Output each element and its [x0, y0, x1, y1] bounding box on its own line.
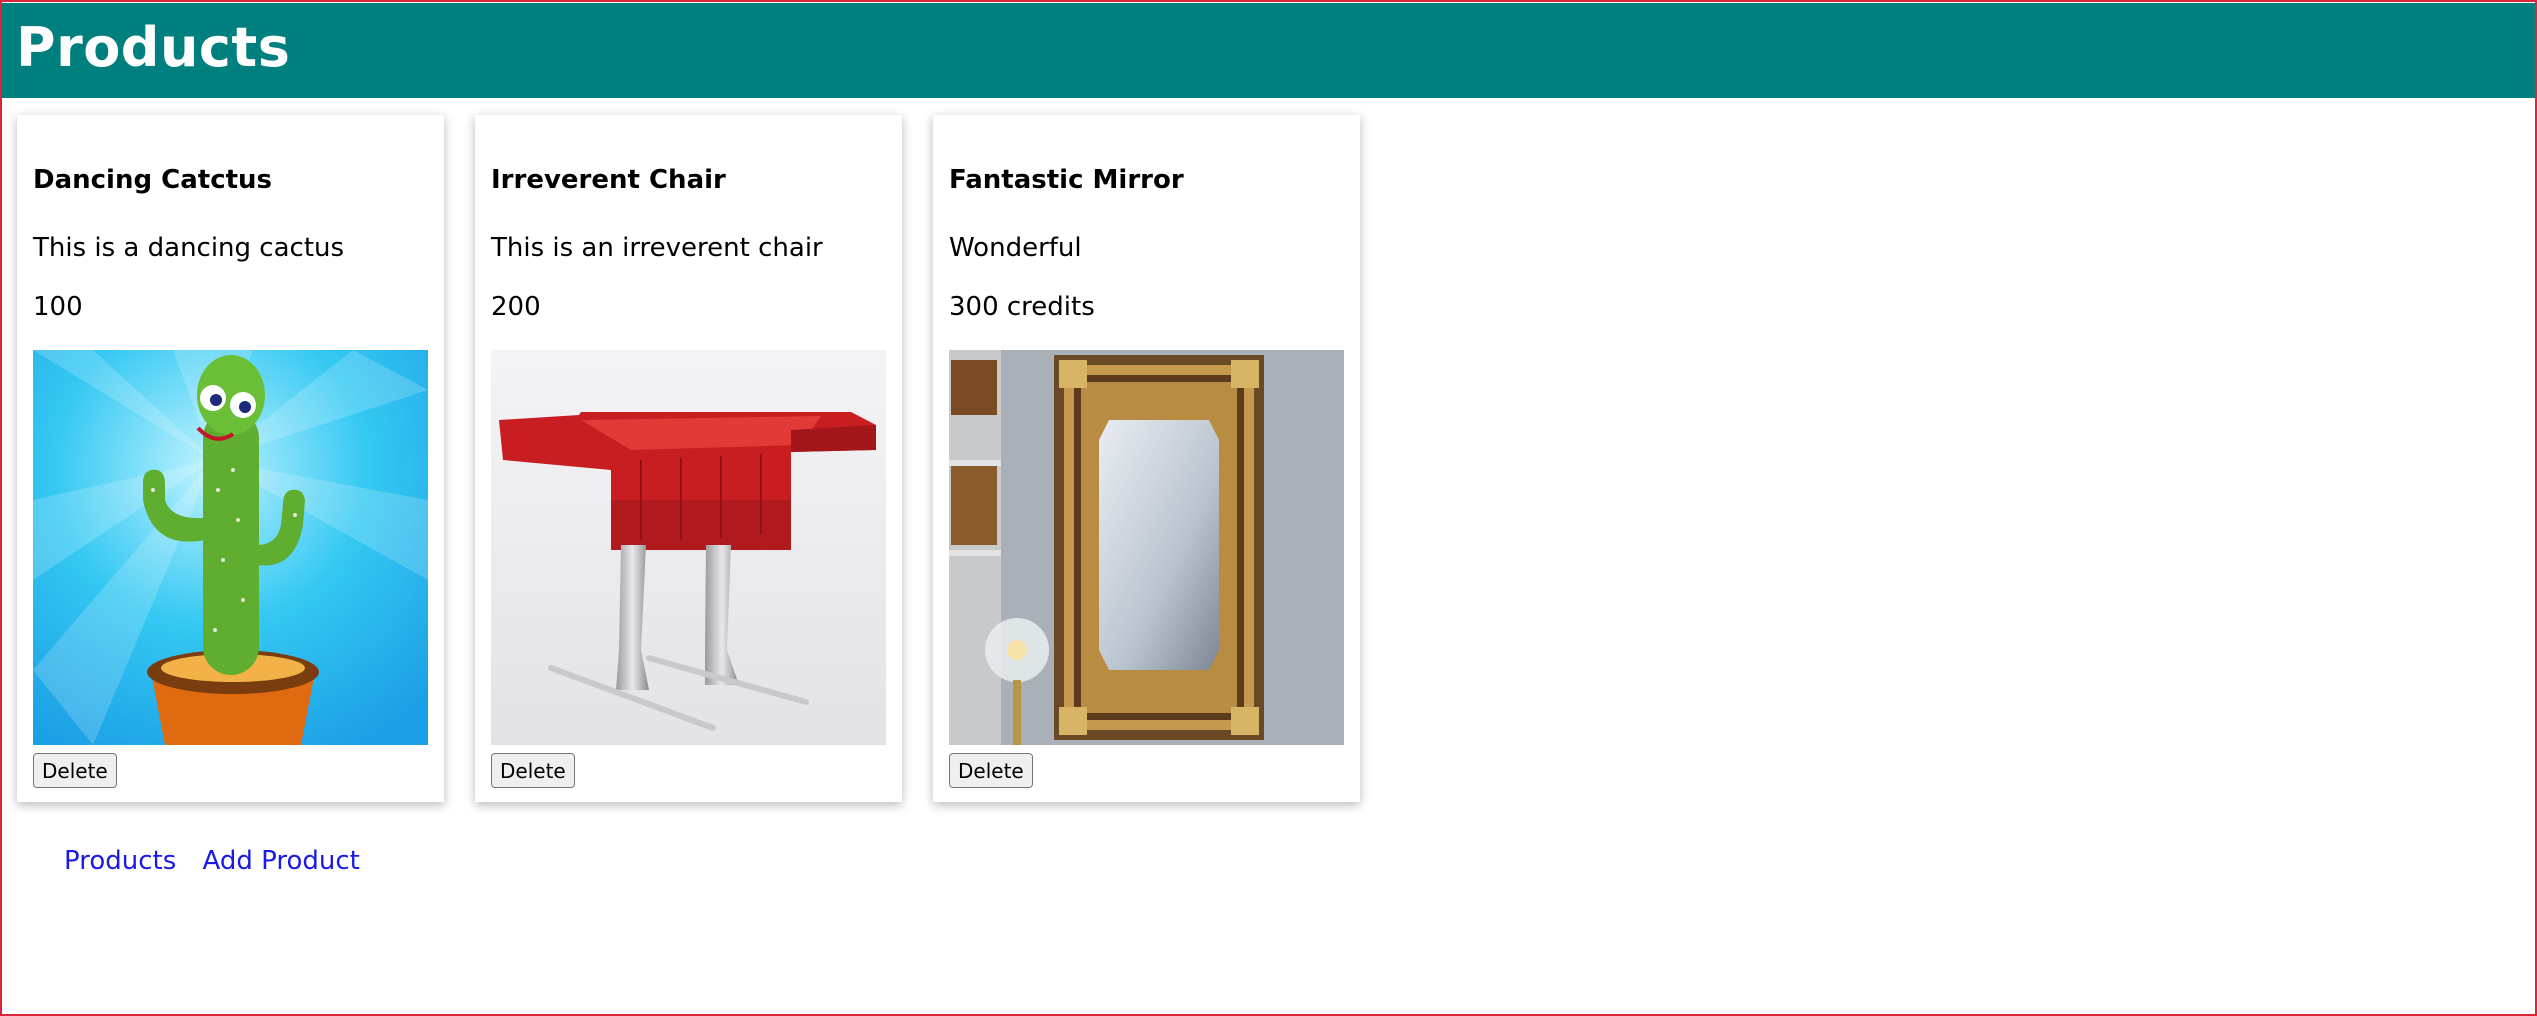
- product-name: Irreverent Chair: [491, 165, 726, 195]
- delete-button[interactable]: Delete: [949, 753, 1033, 788]
- delete-button[interactable]: Delete: [33, 753, 117, 788]
- product-price: 300 credits: [949, 292, 1095, 322]
- delete-button[interactable]: Delete: [491, 753, 575, 788]
- product-description: Wonderful: [949, 233, 1082, 263]
- product-card: Fantastic Mirror Wonderful 300 credits D…: [933, 115, 1360, 802]
- ornate-gold-mirror-image: [949, 350, 1344, 745]
- product-name: Dancing Catctus: [33, 165, 273, 195]
- product-description: This is a dancing cactus: [33, 233, 345, 263]
- dancing-cactus-image: [33, 350, 428, 745]
- product-name: Fantastic Mirror: [949, 165, 1184, 195]
- product-price: 100: [33, 292, 83, 322]
- product-card: Irreverent Chair This is an irreverent c…: [475, 115, 902, 802]
- product-image: [949, 350, 1344, 745]
- add-product-link[interactable]: Add Product: [203, 846, 360, 876]
- product-image: [491, 350, 886, 745]
- product-description: This is an irreverent chair: [491, 233, 823, 263]
- footer-nav: Products Add Product: [64, 846, 378, 876]
- product-image: [33, 350, 428, 745]
- red-chair-with-legs-image: [491, 350, 886, 745]
- header-bar: Products: [2, 3, 2535, 98]
- product-price: 200: [491, 292, 541, 322]
- page-title: Products: [16, 16, 291, 79]
- product-card: Dancing Catctus This is a dancing cactus…: [17, 115, 444, 802]
- products-link[interactable]: Products: [64, 846, 176, 876]
